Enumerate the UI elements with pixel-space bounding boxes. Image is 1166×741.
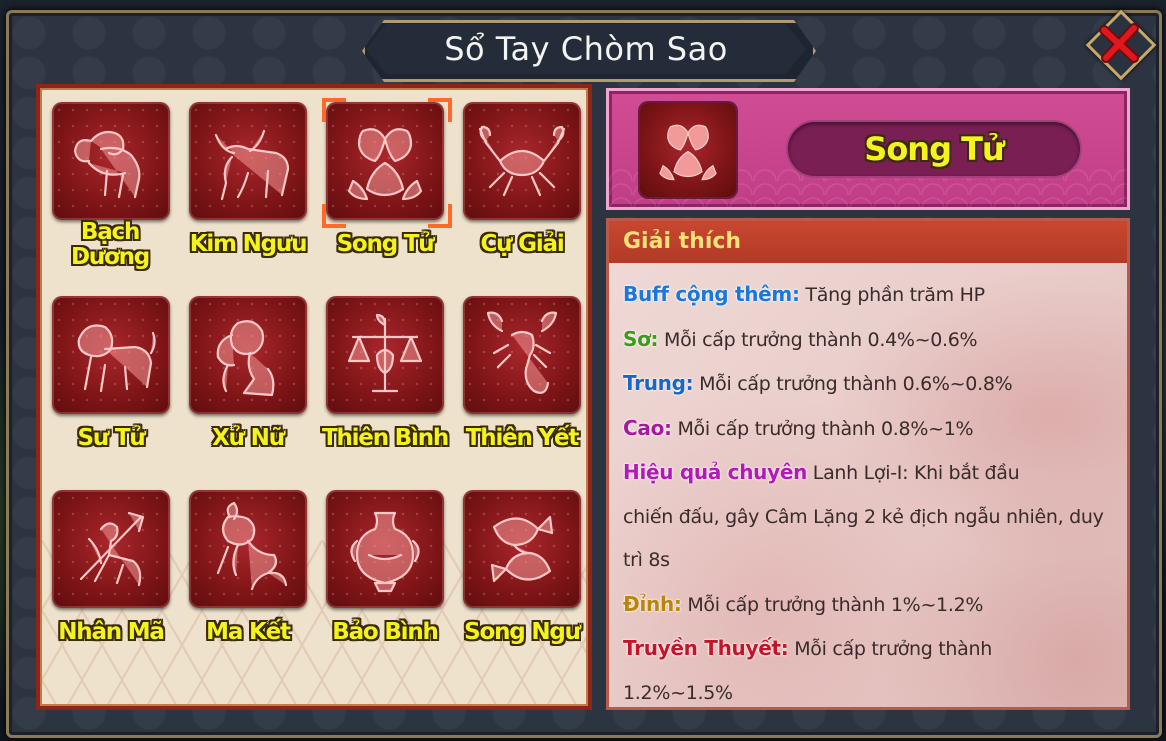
libra-scales-icon [347,313,423,393]
zodiac-tile[interactable] [189,490,307,608]
description-line-label: Trung: [623,371,694,395]
aquarius-vase-icon [350,511,420,593]
selection-corner [322,98,346,122]
zodiac-label: Sư Tử [77,425,145,451]
selection-corner [322,204,346,228]
selection-corner [428,204,452,228]
description-line-label: Sơ: [623,326,659,351]
description-line: Trung: Mỗi cấp trưởng thành 0.6%~0.8% [623,362,1123,407]
zodiac-label: Xử Nữ [212,425,285,451]
detail-zodiac-icon [640,103,736,197]
selection-corner [428,98,452,122]
description-line-label: Buff cộng thêm: [623,282,800,306]
zodiac-tile[interactable] [463,102,581,220]
description-line-label: Đỉnh: [623,591,682,616]
scorpio-scorpion-icon [486,311,558,394]
description-line-text: Mỗi cấp trưởng thành 0.8%~1% [677,417,974,440]
description-line-text: Tăng phần trăm HP [805,284,985,306]
description-panel: Giải thích Buff cộng thêm: Tăng phần tră… [606,218,1130,710]
description-line-text: trì 8s [623,549,670,571]
zodiac-label: Bảo Bình [332,619,439,645]
zodiac-tile[interactable] [326,490,444,608]
taurus-bull-icon [214,129,290,201]
description-line-label: Hiệu quả chuyên [623,460,808,484]
description-line-text: chiến đấu, gây Câm Lặng 2 kẻ địch ngẫu n… [623,505,1104,528]
zodiac-label: Nhân Mã [58,619,165,645]
description-line: Sơ: Mỗi cấp trưởng thành 0.4%~0.6% [623,318,1123,363]
description-title: Giải thích [623,229,742,254]
gemini-twins-icon [659,124,717,181]
zodiac-label: Ma Kết [206,619,291,645]
zodiac-tile[interactable] [189,296,307,414]
zodiac-tile[interactable] [463,490,581,608]
description-line: chiến đấu, gây Câm Lặng 2 kẻ địch ngẫu n… [623,496,1123,540]
zodiac-label: Cự Giải [480,231,564,257]
description-line: Buff cộng thêm: Tăng phần trăm HP [623,273,1123,318]
zodiac-label: Kim Ngưu [189,231,308,257]
zodiac-label: Thiên Bình [321,425,449,451]
aries-ram-icon [73,130,141,199]
zodiac-name-pill: Song Tử [788,122,1080,176]
description-line: Hiệu quả chuyên Lanh Lợi-I: Khi bắt đầu [623,451,1123,496]
zodiac-tile[interactable] [52,102,170,220]
description-line: Đỉnh: Mỗi cấp trưởng thành 1%~1.2% [623,583,1123,628]
zodiac-label: Song Ngư [464,619,581,645]
zodiac-label: Thiên Yết [465,425,580,451]
description-line-label: Cao: [623,415,672,440]
pisces-fish-icon [490,515,554,583]
cancer-crab-icon [478,125,566,197]
description-line-text: Mỗi cấp trưởng thành [794,638,993,660]
description-line-text: 1.2%~1.5% [623,681,733,704]
close-button[interactable] [1085,9,1157,81]
leo-lion-icon [77,324,156,393]
title-banner: Sổ Tay Chòm Sao [366,24,806,74]
sagittarius-archer-icon [79,511,145,587]
description-line-label: Truyền Thuyết: [623,636,789,660]
zodiac-tile[interactable] [52,296,170,414]
zodiac-name: Song Tử [864,130,1004,168]
description-line-text: Mỗi cấp trưởng thành 0.6%~0.8% [699,373,1013,395]
description-body: Buff cộng thêm: Tăng phần trăm HP Sơ: Mỗi… [623,273,1123,708]
description-line-text: Mỗi cấp trưởng thành 1%~1.2% [687,593,984,616]
description-line-text: Mỗi cấp trưởng thành 0.4%~0.6% [664,328,978,351]
window-title: Sổ Tay Chòm Sao [444,30,728,68]
zodiac-tile[interactable] [52,490,170,608]
gemini-twins-icon [347,128,423,201]
close-icon [1099,23,1139,63]
zodiac-label: Song Tử [336,231,435,257]
zodiac-tile[interactable] [326,296,444,414]
description-line-text: Lanh Lợi-I: Khi bắt đầu [812,462,1020,484]
description-line: Truyền Thuyết: Mỗi cấp trưởng thành [623,627,1123,672]
description-line: trì 8s [623,539,1123,583]
zodiac-label: Bạch Dương [70,219,150,270]
zodiac-tile[interactable] [463,296,581,414]
description-line: Cao: Mỗi cấp trưởng thành 0.8%~1% [623,407,1123,452]
virgo-maiden-icon [216,320,275,397]
zodiac-tile[interactable] [189,102,307,220]
description-line: 1.2%~1.5% [623,672,1123,708]
capricorn-goat-icon [216,501,288,591]
